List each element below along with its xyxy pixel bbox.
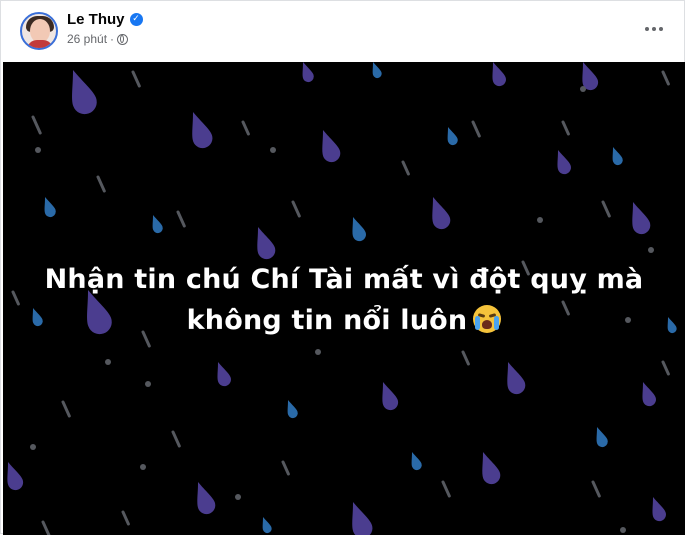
rain-streak-shape xyxy=(471,120,481,138)
raindrop-shape xyxy=(322,130,341,163)
rain-streak-shape xyxy=(601,200,611,218)
verified-badge-icon: ✓ xyxy=(129,13,143,26)
raindrop-shape xyxy=(7,462,24,491)
raindrop-shape xyxy=(192,111,213,149)
author-name[interactable]: Le Thuy xyxy=(67,11,125,28)
raindrop-shape xyxy=(217,362,231,387)
rain-dot-shape xyxy=(620,527,626,533)
rain-streak-shape xyxy=(561,120,570,136)
raindrop-shape xyxy=(44,197,56,217)
more-dot-icon xyxy=(645,27,649,31)
status-background-banner[interactable]: Nhận tin chú Chí Tài mất vì đột quỵ mà k… xyxy=(3,62,685,535)
rain-streak-shape xyxy=(176,210,186,228)
status-text-line-1: Nhận tin chú Chí Tài mất vì đột quỵ mà xyxy=(44,264,644,295)
rain-dot-shape xyxy=(145,381,151,387)
avatar-body xyxy=(27,40,53,48)
raindrop-shape xyxy=(596,427,608,447)
rain-dot-shape xyxy=(537,217,543,223)
raindrop-shape xyxy=(492,62,506,87)
rain-streak-shape xyxy=(281,460,290,476)
rain-streak-shape xyxy=(661,70,670,86)
raindrop-shape xyxy=(482,452,501,485)
rain-streak-shape xyxy=(291,200,301,218)
facebook-post: Le Thuy ✓ 26 phút · Nhận tin chú Chí Tài… xyxy=(0,0,685,535)
rain-streak-shape xyxy=(461,350,470,366)
rain-streak-shape xyxy=(61,400,71,418)
rain-dot-shape xyxy=(140,464,146,470)
rain-streak-shape xyxy=(401,160,410,176)
author-row: Le Thuy ✓ xyxy=(67,11,143,28)
rain-streak-shape xyxy=(241,120,250,136)
rain-streak-shape xyxy=(131,70,141,88)
rain-streak-shape xyxy=(31,115,42,135)
rain-streak-shape xyxy=(121,510,130,526)
more-dot-icon xyxy=(652,27,656,31)
raindrop-shape xyxy=(507,362,526,395)
more-dot-icon xyxy=(659,27,663,31)
rain-dot-shape xyxy=(315,349,321,355)
raindrop-shape xyxy=(352,502,373,535)
status-text-line-2-text: không tin nổi luôn xyxy=(186,305,468,336)
rain-streak-shape xyxy=(96,175,106,193)
raindrop-shape xyxy=(302,62,314,82)
rain-dot-shape xyxy=(648,247,654,253)
rain-dot-shape xyxy=(105,359,111,365)
rain-dot-shape xyxy=(235,494,241,500)
rain-streak-shape xyxy=(591,480,601,498)
raindrop-shape xyxy=(432,197,451,230)
post-meta: 26 phút · xyxy=(67,32,129,46)
raindrop-shape xyxy=(287,400,298,418)
rain-streak-shape xyxy=(171,430,181,448)
rain-pattern xyxy=(7,62,677,535)
avatar[interactable] xyxy=(20,12,58,50)
raindrop-shape xyxy=(557,150,571,175)
raindrop-shape xyxy=(652,497,666,522)
raindrop-shape xyxy=(582,62,599,91)
rain-streak-shape xyxy=(661,360,670,376)
raindrop-shape xyxy=(447,127,458,145)
post-timestamp[interactable]: 26 phút xyxy=(67,32,107,46)
raindrop-shape xyxy=(612,147,623,165)
raindrop-shape xyxy=(382,382,399,411)
raindrop-shape xyxy=(152,215,163,233)
globe-icon[interactable] xyxy=(117,33,129,45)
raindrop-shape xyxy=(642,382,656,407)
meta-separator: · xyxy=(110,32,115,46)
rain-dot-shape xyxy=(35,147,41,153)
rain-dot-shape xyxy=(30,444,36,450)
rain-dot-shape xyxy=(270,147,276,153)
raindrop-shape xyxy=(372,62,382,79)
rain-streak-shape xyxy=(41,520,51,535)
more-options-button[interactable] xyxy=(636,15,672,43)
post-header: Le Thuy ✓ 26 phút · xyxy=(1,1,685,63)
raindrop-shape xyxy=(257,227,276,260)
raindrop-shape xyxy=(262,517,272,534)
raindrop-shape xyxy=(197,482,216,515)
raindrop-shape xyxy=(411,452,422,470)
rain-dot-shape xyxy=(580,86,586,92)
raindrop-shape xyxy=(632,202,651,235)
raindrop-shape xyxy=(352,217,366,242)
rain-streak-shape xyxy=(441,480,451,498)
status-text-line-2: không tin nổi luôn xyxy=(3,305,685,336)
raindrop-shape xyxy=(72,70,97,115)
crying-face-emoji-icon xyxy=(473,305,502,333)
